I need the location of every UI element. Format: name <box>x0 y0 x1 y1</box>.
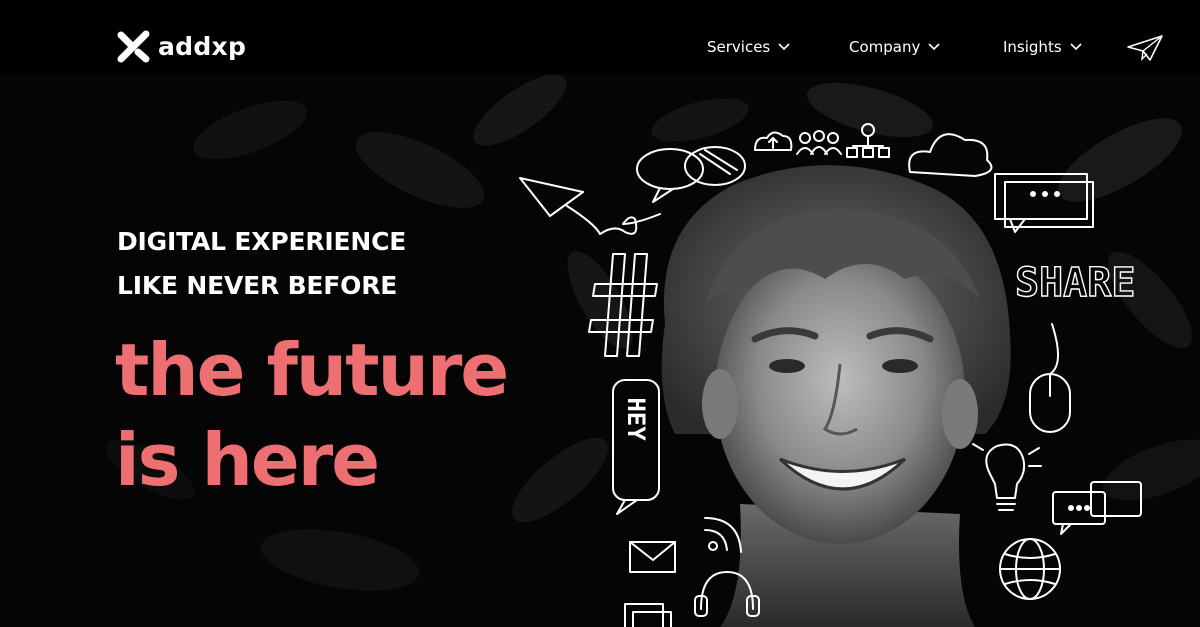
mail-icon <box>629 541 676 573</box>
hero-portrait: HEY SHARE <box>519 123 1142 627</box>
paper-plane-icon <box>519 177 661 235</box>
site-header: addxp Services Company Insights <box>0 0 1200 74</box>
cloud-upload-icon <box>754 131 793 151</box>
hero-headline-line2: is here <box>115 418 380 502</box>
hero-subtitle-line1: DIGITAL EXPERIENCE <box>117 227 407 256</box>
brand-name: addxp <box>158 32 247 61</box>
org-chart-icon <box>846 123 890 158</box>
nav-item-label: Services <box>707 38 771 56</box>
landing-page: addxp Services Company Insights DIGITAL … <box>0 0 1200 627</box>
wifi-icon <box>704 517 742 553</box>
hero-subtitle-line2: LIKE NEVER BEFORE <box>117 271 398 300</box>
chevron-down-icon <box>1070 43 1082 51</box>
cloud-icon <box>908 133 993 177</box>
face-shape <box>715 244 965 544</box>
hey-text: HEY <box>622 397 650 441</box>
people-icon <box>796 130 842 155</box>
mouse-icon <box>1029 323 1071 433</box>
nav-item-label: Company <box>849 38 921 56</box>
message-icon <box>994 173 1094 233</box>
hero-headline-line1: the future <box>115 328 509 412</box>
nav-item-services[interactable]: Services <box>707 36 790 58</box>
hash-icon <box>588 253 658 357</box>
chat-bubbles-icon <box>1052 481 1142 535</box>
nav-item-company[interactable]: Company <box>849 36 940 58</box>
brand-logo[interactable]: addxp <box>116 30 246 64</box>
nav-item-insights[interactable]: Insights <box>1003 36 1082 58</box>
logo-mark-icon <box>117 30 150 63</box>
globe-icon <box>999 538 1061 600</box>
chevron-down-icon <box>928 43 940 51</box>
paper-plane-icon[interactable] <box>1126 34 1164 62</box>
share-text: SHARE <box>1015 260 1135 306</box>
nav-item-label: Insights <box>1003 38 1062 56</box>
chevron-down-icon <box>778 43 790 51</box>
lightbulb-icon <box>972 443 1042 511</box>
